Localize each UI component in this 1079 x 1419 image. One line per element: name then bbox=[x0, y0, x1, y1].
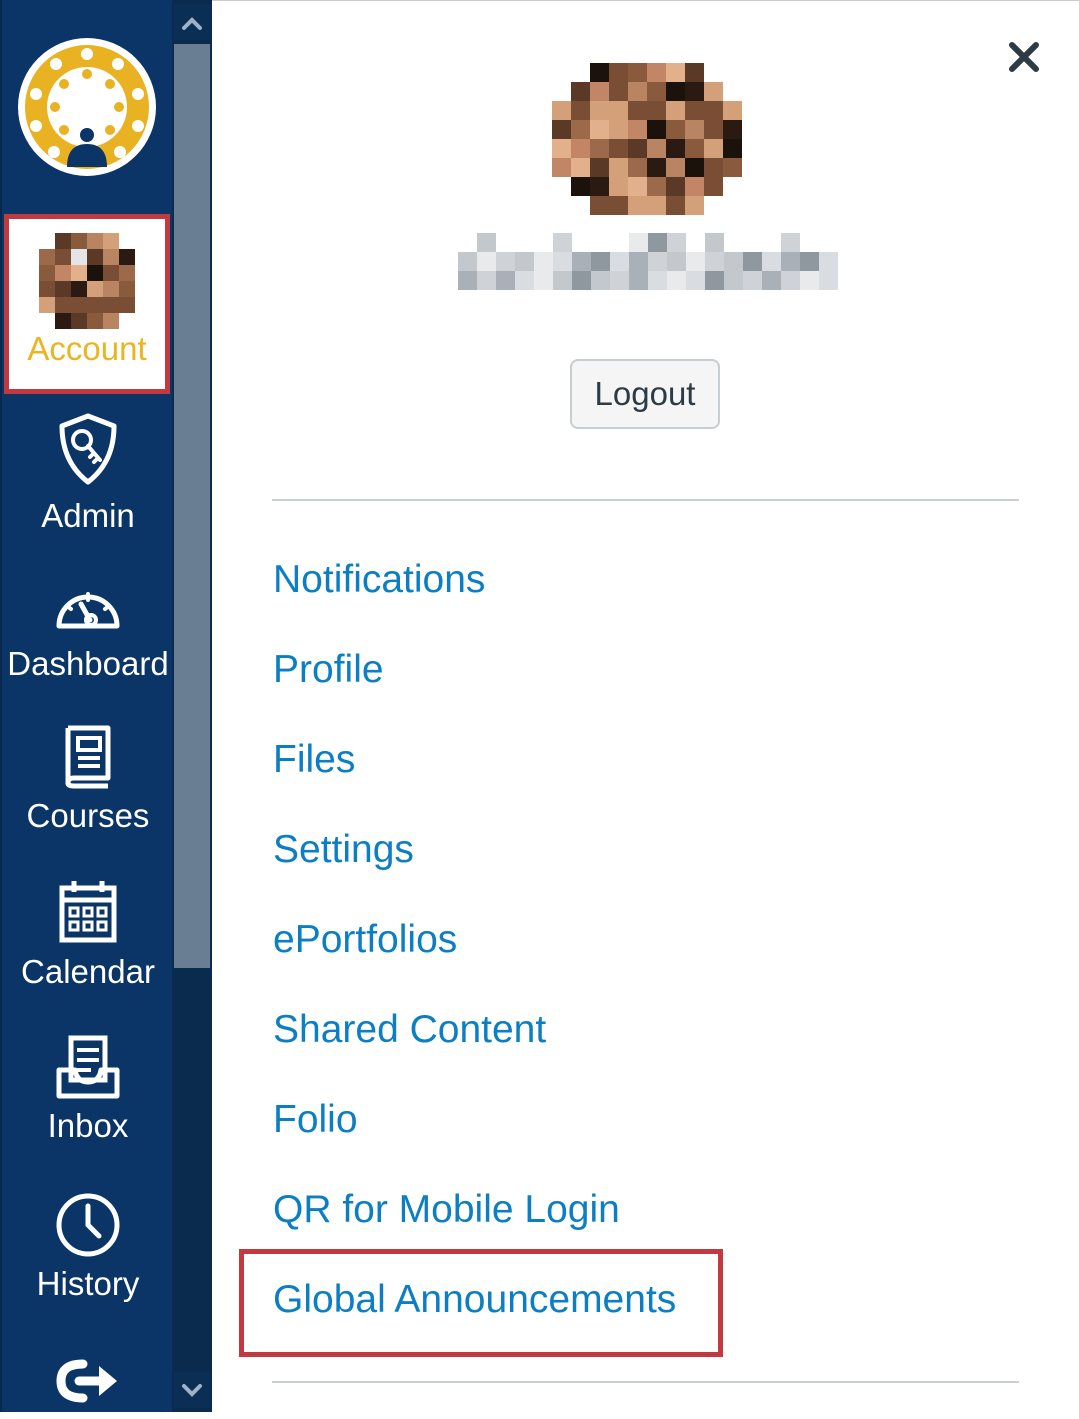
calendar-icon bbox=[59, 881, 117, 943]
scrollbar-thumb[interactable] bbox=[174, 44, 210, 968]
list-item: Shared Content bbox=[273, 999, 676, 1089]
nav-item-dashboard[interactable]: Dashboard bbox=[2, 582, 174, 684]
book-icon bbox=[65, 725, 111, 789]
institution-logo[interactable] bbox=[18, 38, 156, 176]
nav-item-courses[interactable]: Courses bbox=[2, 724, 174, 836]
account-avatar bbox=[39, 233, 135, 329]
nav-item-label: Dashboard bbox=[7, 645, 169, 682]
nav-item-label: Calendar bbox=[21, 953, 155, 990]
divider bbox=[272, 499, 1019, 501]
scroll-down-button[interactable] bbox=[174, 1372, 210, 1408]
chevron-up-icon bbox=[182, 17, 202, 30]
highlight-annotation-box bbox=[239, 1249, 723, 1357]
arrow-right-icon bbox=[56, 1359, 117, 1403]
list-item: Files bbox=[273, 729, 676, 819]
global-navigation: Account Admin Dashboard Courses Calendar… bbox=[0, 0, 172, 1412]
nav-item-label: Admin bbox=[41, 497, 135, 534]
speedometer-icon bbox=[56, 592, 120, 629]
nav-item-more[interactable] bbox=[2, 1356, 174, 1406]
link-shared-content[interactable]: Shared Content bbox=[273, 999, 546, 1061]
list-item: Settings bbox=[273, 819, 676, 909]
clock-icon bbox=[56, 1193, 120, 1257]
list-item: Folio bbox=[273, 1089, 676, 1179]
nav-item-inbox[interactable]: Inbox bbox=[2, 1034, 174, 1146]
link-qr-mobile-login[interactable]: QR for Mobile Login bbox=[273, 1179, 620, 1241]
chevron-down-icon bbox=[182, 1384, 202, 1397]
nav-item-label: History bbox=[36, 1265, 140, 1302]
nav-item-account[interactable]: Account bbox=[4, 214, 170, 394]
link-settings[interactable]: Settings bbox=[273, 819, 414, 881]
list-item: Profile bbox=[273, 639, 676, 729]
profile-avatar bbox=[552, 63, 742, 215]
divider bbox=[272, 1381, 1019, 1383]
scroll-up-button[interactable] bbox=[174, 4, 210, 40]
nav-scrollbar[interactable] bbox=[172, 0, 212, 1412]
admin-shield-key-icon bbox=[59, 413, 117, 485]
link-notifications[interactable]: Notifications bbox=[273, 549, 485, 611]
nav-item-label: Inbox bbox=[47, 1107, 129, 1144]
nav-item-label: Account bbox=[27, 330, 147, 367]
nav-item-label: Courses bbox=[26, 797, 150, 834]
link-eportfolios[interactable]: ePortfolios bbox=[273, 909, 457, 971]
list-item: Notifications bbox=[273, 549, 676, 639]
user-name-blurred bbox=[458, 233, 838, 290]
nav-item-history[interactable]: History bbox=[2, 1192, 174, 1304]
inbox-icon bbox=[56, 1035, 120, 1099]
link-folio[interactable]: Folio bbox=[273, 1089, 358, 1151]
list-item: ePortfolios bbox=[273, 909, 676, 999]
account-tray: Logout Notifications Profile Files Setti… bbox=[212, 0, 1079, 1412]
nav-item-admin[interactable]: Admin bbox=[2, 412, 174, 536]
account-links-list: Notifications Profile Files Settings ePo… bbox=[273, 549, 676, 1359]
link-profile[interactable]: Profile bbox=[273, 639, 384, 701]
logout-button[interactable]: Logout bbox=[570, 359, 720, 429]
link-files[interactable]: Files bbox=[273, 729, 355, 791]
nav-item-calendar[interactable]: Calendar bbox=[2, 878, 174, 992]
close-icon[interactable] bbox=[1004, 37, 1044, 77]
